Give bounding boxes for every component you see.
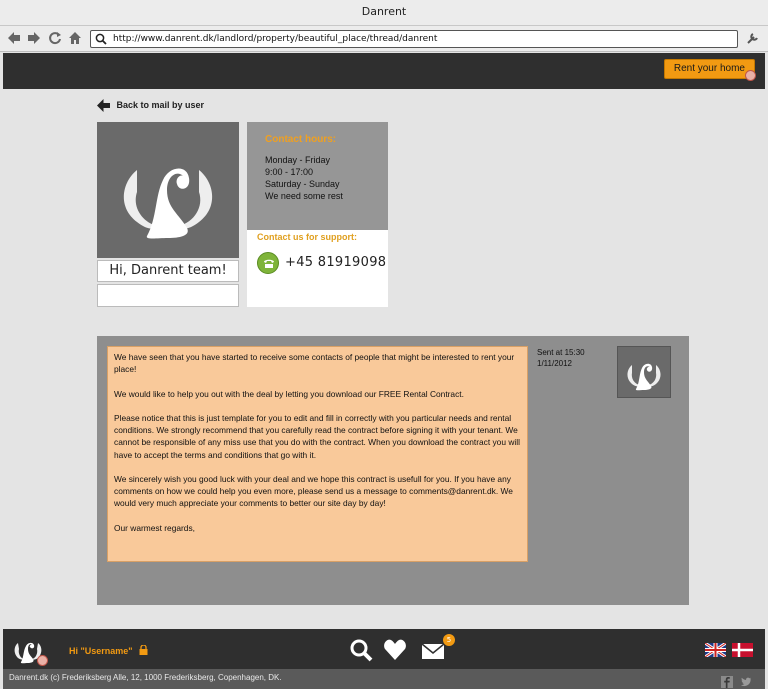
swan-logo-icon bbox=[627, 363, 661, 391]
contact-card: Contact hours: Monday - Friday 9:00 - 17… bbox=[247, 122, 388, 307]
message-body: We have seen that you have started to re… bbox=[107, 346, 528, 562]
search-icon[interactable] bbox=[349, 638, 373, 662]
uk-flag-icon[interactable] bbox=[704, 641, 727, 659]
hours-line: 9:00 - 17:00 bbox=[265, 167, 314, 177]
rent-button-label: Rent your home bbox=[673, 63, 745, 74]
user-greeting-label: Hi "Username" bbox=[69, 646, 133, 656]
message-paragraph: We sincerely wish you good luck with you… bbox=[114, 473, 513, 509]
message-paragraph: Please notice that this is just template… bbox=[114, 412, 520, 460]
back-arrow-icon bbox=[97, 99, 110, 112]
home-icon[interactable] bbox=[67, 31, 83, 47]
window-titlebar: Danrent bbox=[0, 0, 768, 26]
message-thread-panel: We have seen that you have started to re… bbox=[97, 336, 689, 605]
mail-count-badge: 5 bbox=[443, 634, 455, 646]
back-link-label: Back to mail by user bbox=[116, 99, 205, 110]
annotation-marker-icon bbox=[745, 70, 756, 81]
copyright-text: Danrent.dk (c) Frederiksberg Alle, 12, 1… bbox=[9, 673, 282, 682]
rent-your-home-button[interactable]: Rent your home bbox=[663, 59, 755, 79]
sent-date: 1/11/2012 bbox=[537, 359, 572, 368]
denmark-flag-icon[interactable] bbox=[732, 642, 753, 657]
support-title: Contact us for support: bbox=[257, 232, 357, 242]
hours-line: Saturday - Sunday bbox=[265, 179, 340, 189]
profile-empty-field bbox=[97, 284, 239, 307]
phone-icon bbox=[257, 252, 279, 274]
address-text: http://www.danrent.dk/landlord/property/… bbox=[113, 34, 438, 44]
address-bar[interactable]: http://www.danrent.dk/landlord/property/… bbox=[90, 30, 738, 48]
hours-line: We need some rest bbox=[265, 191, 343, 201]
wrench-icon[interactable] bbox=[746, 31, 760, 45]
favorites-heart-icon[interactable] bbox=[383, 638, 407, 662]
forward-arrow-icon[interactable] bbox=[26, 31, 42, 47]
message-paragraph: We would like to help you out with the d… bbox=[114, 388, 464, 399]
hours-line: Monday - Friday bbox=[265, 155, 331, 165]
app-header: Rent your home bbox=[3, 53, 765, 89]
profile-avatar bbox=[97, 122, 239, 258]
status-bar: Danrent.dk (c) Frederiksberg Alle, 12, 1… bbox=[3, 669, 765, 689]
mail-icon[interactable] bbox=[421, 638, 445, 662]
browser-toolbar: http://www.danrent.dk/landlord/property/… bbox=[0, 26, 768, 52]
app-footer: Hi "Username" 5 bbox=[3, 629, 765, 669]
window-title: Danrent bbox=[361, 5, 407, 18]
url-search-icon bbox=[95, 33, 107, 45]
sender-avatar bbox=[617, 346, 671, 398]
message-paragraph: Our warmest regards, bbox=[114, 522, 195, 533]
annotation-marker-icon bbox=[37, 655, 48, 666]
contact-hours-box: Contact hours: Monday - Friday 9:00 - 17… bbox=[247, 122, 388, 230]
sent-time: Sent at 15:30 bbox=[537, 348, 585, 357]
profile-greeting: Hi, Danrent team! bbox=[97, 260, 239, 282]
back-arrow-icon[interactable] bbox=[6, 31, 22, 47]
message-paragraph: We have seen that you have started to re… bbox=[114, 352, 515, 375]
back-to-mail-link[interactable]: Back to mail by user bbox=[97, 99, 204, 112]
user-greeting[interactable]: Hi "Username" bbox=[69, 645, 148, 656]
reload-icon[interactable] bbox=[47, 31, 63, 47]
facebook-icon[interactable] bbox=[721, 673, 733, 688]
swan-logo-icon bbox=[123, 168, 213, 239]
support-phone-number: +45 81919098 bbox=[285, 255, 387, 270]
message-timestamp: Sent at 15:30 1/11/2012 bbox=[537, 347, 585, 369]
lock-icon bbox=[139, 645, 148, 655]
twitter-icon[interactable] bbox=[740, 673, 752, 687]
contact-hours-title: Contact hours: bbox=[265, 134, 337, 145]
profile-card: Hi, Danrent team! bbox=[97, 122, 239, 307]
